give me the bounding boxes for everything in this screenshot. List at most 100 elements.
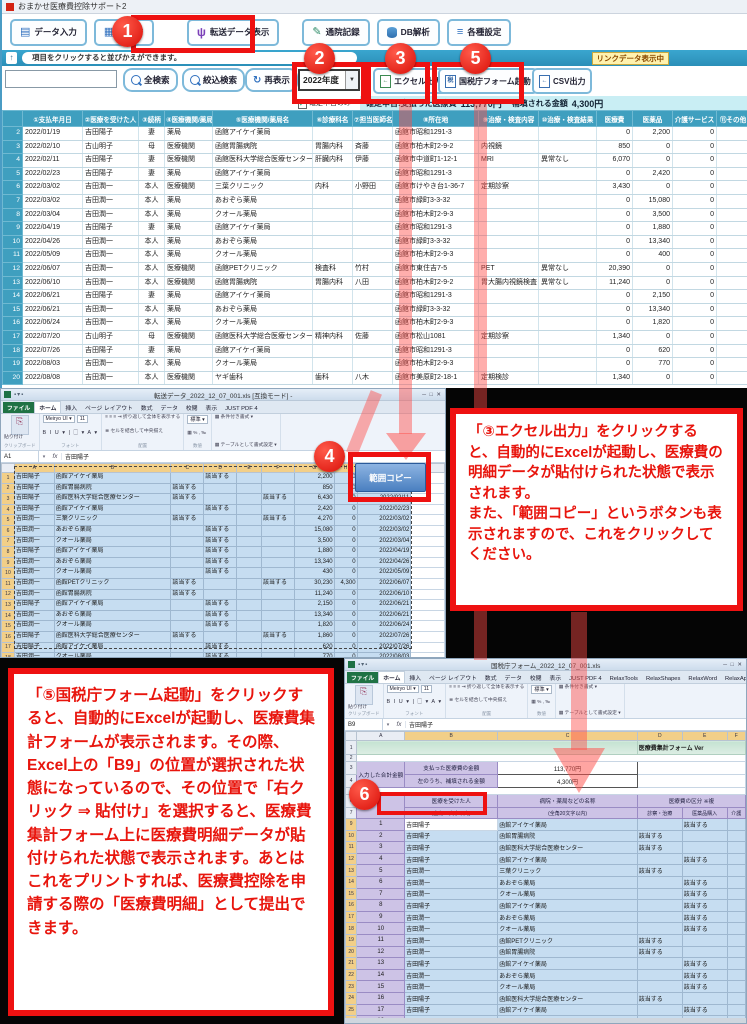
column-header[interactable]: D [637, 732, 682, 741]
cell[interactable] [637, 775, 745, 788]
care-flag-cell[interactable] [727, 865, 745, 877]
care-flag-cell[interactable] [727, 830, 745, 842]
cell[interactable]: 6,430 [294, 494, 334, 505]
column-header[interactable]: 医薬品 [633, 111, 673, 127]
row-header[interactable]: 21 [346, 958, 357, 970]
b9-cell[interactable]: 吉田陽子 [405, 819, 498, 831]
column-header[interactable]: F [261, 464, 294, 473]
cell[interactable] [204, 515, 237, 526]
cell[interactable]: 吉田陽子 [14, 504, 54, 515]
cell[interactable]: 2022/03/04 [357, 536, 411, 547]
facility-cell[interactable]: あおぞら薬局 [498, 911, 638, 923]
cell[interactable]: 該当する [261, 578, 294, 589]
row-header[interactable]: 2 [346, 755, 357, 762]
treatment-flag-cell[interactable] [637, 900, 682, 912]
medicine-flag-cell[interactable]: 該当する [682, 911, 727, 923]
cell[interactable]: 11,240 [294, 589, 334, 600]
cell[interactable]: 函館胃腸病院 [54, 483, 171, 494]
cell[interactable]: 4,270 [294, 515, 334, 526]
cell[interactable]: 吉田潤一 [14, 525, 54, 536]
search-narrow-button[interactable]: 絞込検索 [182, 68, 245, 92]
ribbon-tab[interactable]: 表示 [546, 672, 566, 683]
cell[interactable] [237, 631, 262, 642]
row-header[interactable]: 11 [346, 842, 357, 854]
column-header[interactable]: A [14, 464, 54, 473]
medicine-flag-cell[interactable]: 該当する [682, 969, 727, 981]
care-flag-cell[interactable] [727, 819, 745, 831]
medicine-flag-cell[interactable] [682, 934, 727, 946]
cell[interactable] [237, 589, 262, 600]
bold-italic-underline-buttons[interactable]: B I U ▾ | 🗌 ▾ A ▾ [387, 698, 443, 707]
facility-cell[interactable]: 函館PETクリニック [498, 934, 638, 946]
cell[interactable] [204, 589, 237, 600]
ribbon-tab[interactable]: 校閲 [182, 402, 202, 413]
font-size-select[interactable]: 11 [77, 415, 88, 423]
medicine-flag-cell[interactable]: 該当する [682, 900, 727, 912]
cell[interactable] [411, 547, 445, 558]
cell-reference-box[interactable]: B9 [345, 719, 383, 730]
cell[interactable] [237, 525, 262, 536]
conditional-format-button[interactable]: ▦ 条件付き書式 ▾ [559, 685, 621, 691]
row-header[interactable]: 5 [2, 515, 15, 526]
cell[interactable]: 該当する [204, 557, 237, 568]
row-header[interactable]: 3 [346, 762, 357, 775]
cell[interactable]: 函館医科大学総合医療センター [54, 494, 171, 505]
ribbon-tab[interactable]: 校閲 [526, 672, 546, 683]
cell[interactable]: 吉田陽子 [14, 473, 54, 484]
cell[interactable] [261, 653, 294, 658]
cell[interactable]: 函館胃腸病院 [54, 589, 171, 600]
cell[interactable] [237, 504, 262, 515]
person-cell[interactable]: 吉田潤一 [405, 981, 498, 993]
person-cell[interactable]: 吉田陽子 [405, 830, 498, 842]
column-header[interactable]: B [54, 464, 171, 473]
facility-cell[interactable]: 函館医科大学総合医療センター [498, 992, 638, 1004]
cell[interactable] [261, 483, 294, 494]
row-header[interactable]: 2 [2, 483, 15, 494]
cell[interactable]: 1,860 [294, 631, 334, 642]
quick-access-toolbar[interactable]: ▪▾▪ [14, 391, 24, 398]
cell[interactable]: 該当する [204, 525, 237, 536]
cell[interactable]: 該当する [171, 515, 204, 526]
treatment-flag-cell[interactable] [637, 888, 682, 900]
cell[interactable] [171, 621, 204, 632]
table-row[interactable]: 142022/06/21吉田陽子妻薬局函館アイケイ薬局函館市昭和1291-302… [3, 290, 747, 304]
table-row[interactable]: 112022/05/09吉田潤一本人薬局クオール薬局函館市柏木町2-9-3040… [3, 249, 747, 263]
facility-cell[interactable]: 函館アイケイ薬局 [498, 958, 638, 970]
row-header[interactable]: 24 [346, 992, 357, 1004]
cell[interactable] [171, 547, 204, 558]
ribbon-tab[interactable]: RelaxShapes [642, 675, 684, 683]
column-header[interactable]: A [357, 732, 405, 741]
row-header[interactable]: 1 [2, 473, 15, 484]
cell[interactable] [237, 578, 262, 589]
cell[interactable]: 0 [334, 515, 357, 526]
cell[interactable] [237, 473, 262, 484]
number-buttons[interactable]: ▦ % , ‰ [531, 700, 551, 706]
number-format-select[interactable]: 標準 ▾ [187, 415, 207, 424]
row-header[interactable]: 14 [346, 876, 357, 888]
row-header[interactable]: 10 [346, 830, 357, 842]
cell[interactable]: 30,230 [294, 578, 334, 589]
table-row[interactable]: 162022/06/24吉田潤一本人薬局クオール薬局函館市柏木町2-9-301,… [3, 317, 747, 331]
cell[interactable] [411, 589, 445, 600]
table-row[interactable]: 182022/07/26吉田陽子妻薬局函館アイケイ薬局函館市昭和1291-306… [3, 344, 747, 358]
table-row[interactable]: 22022/01/19吉田陽子妻薬局函館アイケイ薬局函館市昭和1291-302,… [3, 127, 747, 141]
cell[interactable]: 15,080 [294, 525, 334, 536]
care-flag-cell[interactable] [727, 842, 745, 854]
window-controls[interactable]: ─ □ ✕ [723, 662, 743, 668]
font-size-select[interactable]: 11 [421, 685, 432, 693]
paste-button[interactable]: ⎘貼り付け [4, 415, 36, 441]
cell[interactable]: 2,200 [294, 473, 334, 484]
facility-cell[interactable]: 函館アイケイ薬局 [498, 900, 638, 912]
ribbon-tab[interactable]: ファイル [347, 672, 378, 683]
cell[interactable]: 函館アイケイ薬局 [54, 600, 171, 611]
cell[interactable] [261, 568, 294, 579]
table-format-button[interactable]: ▦ テーブルとして書式設定 ▾ [559, 711, 621, 717]
row-header[interactable]: 23 [346, 981, 357, 993]
person-cell[interactable]: 吉田陽子 [405, 992, 498, 1004]
ribbon-tab[interactable]: 数式 [481, 672, 501, 683]
cell[interactable]: 4,300 [334, 578, 357, 589]
medicine-flag-cell[interactable]: 該当する [682, 876, 727, 888]
cell[interactable]: クオール薬局 [54, 621, 171, 632]
treatment-flag-cell[interactable]: 該当する [637, 830, 682, 842]
cell[interactable]: 三葉クリニック [54, 515, 171, 526]
